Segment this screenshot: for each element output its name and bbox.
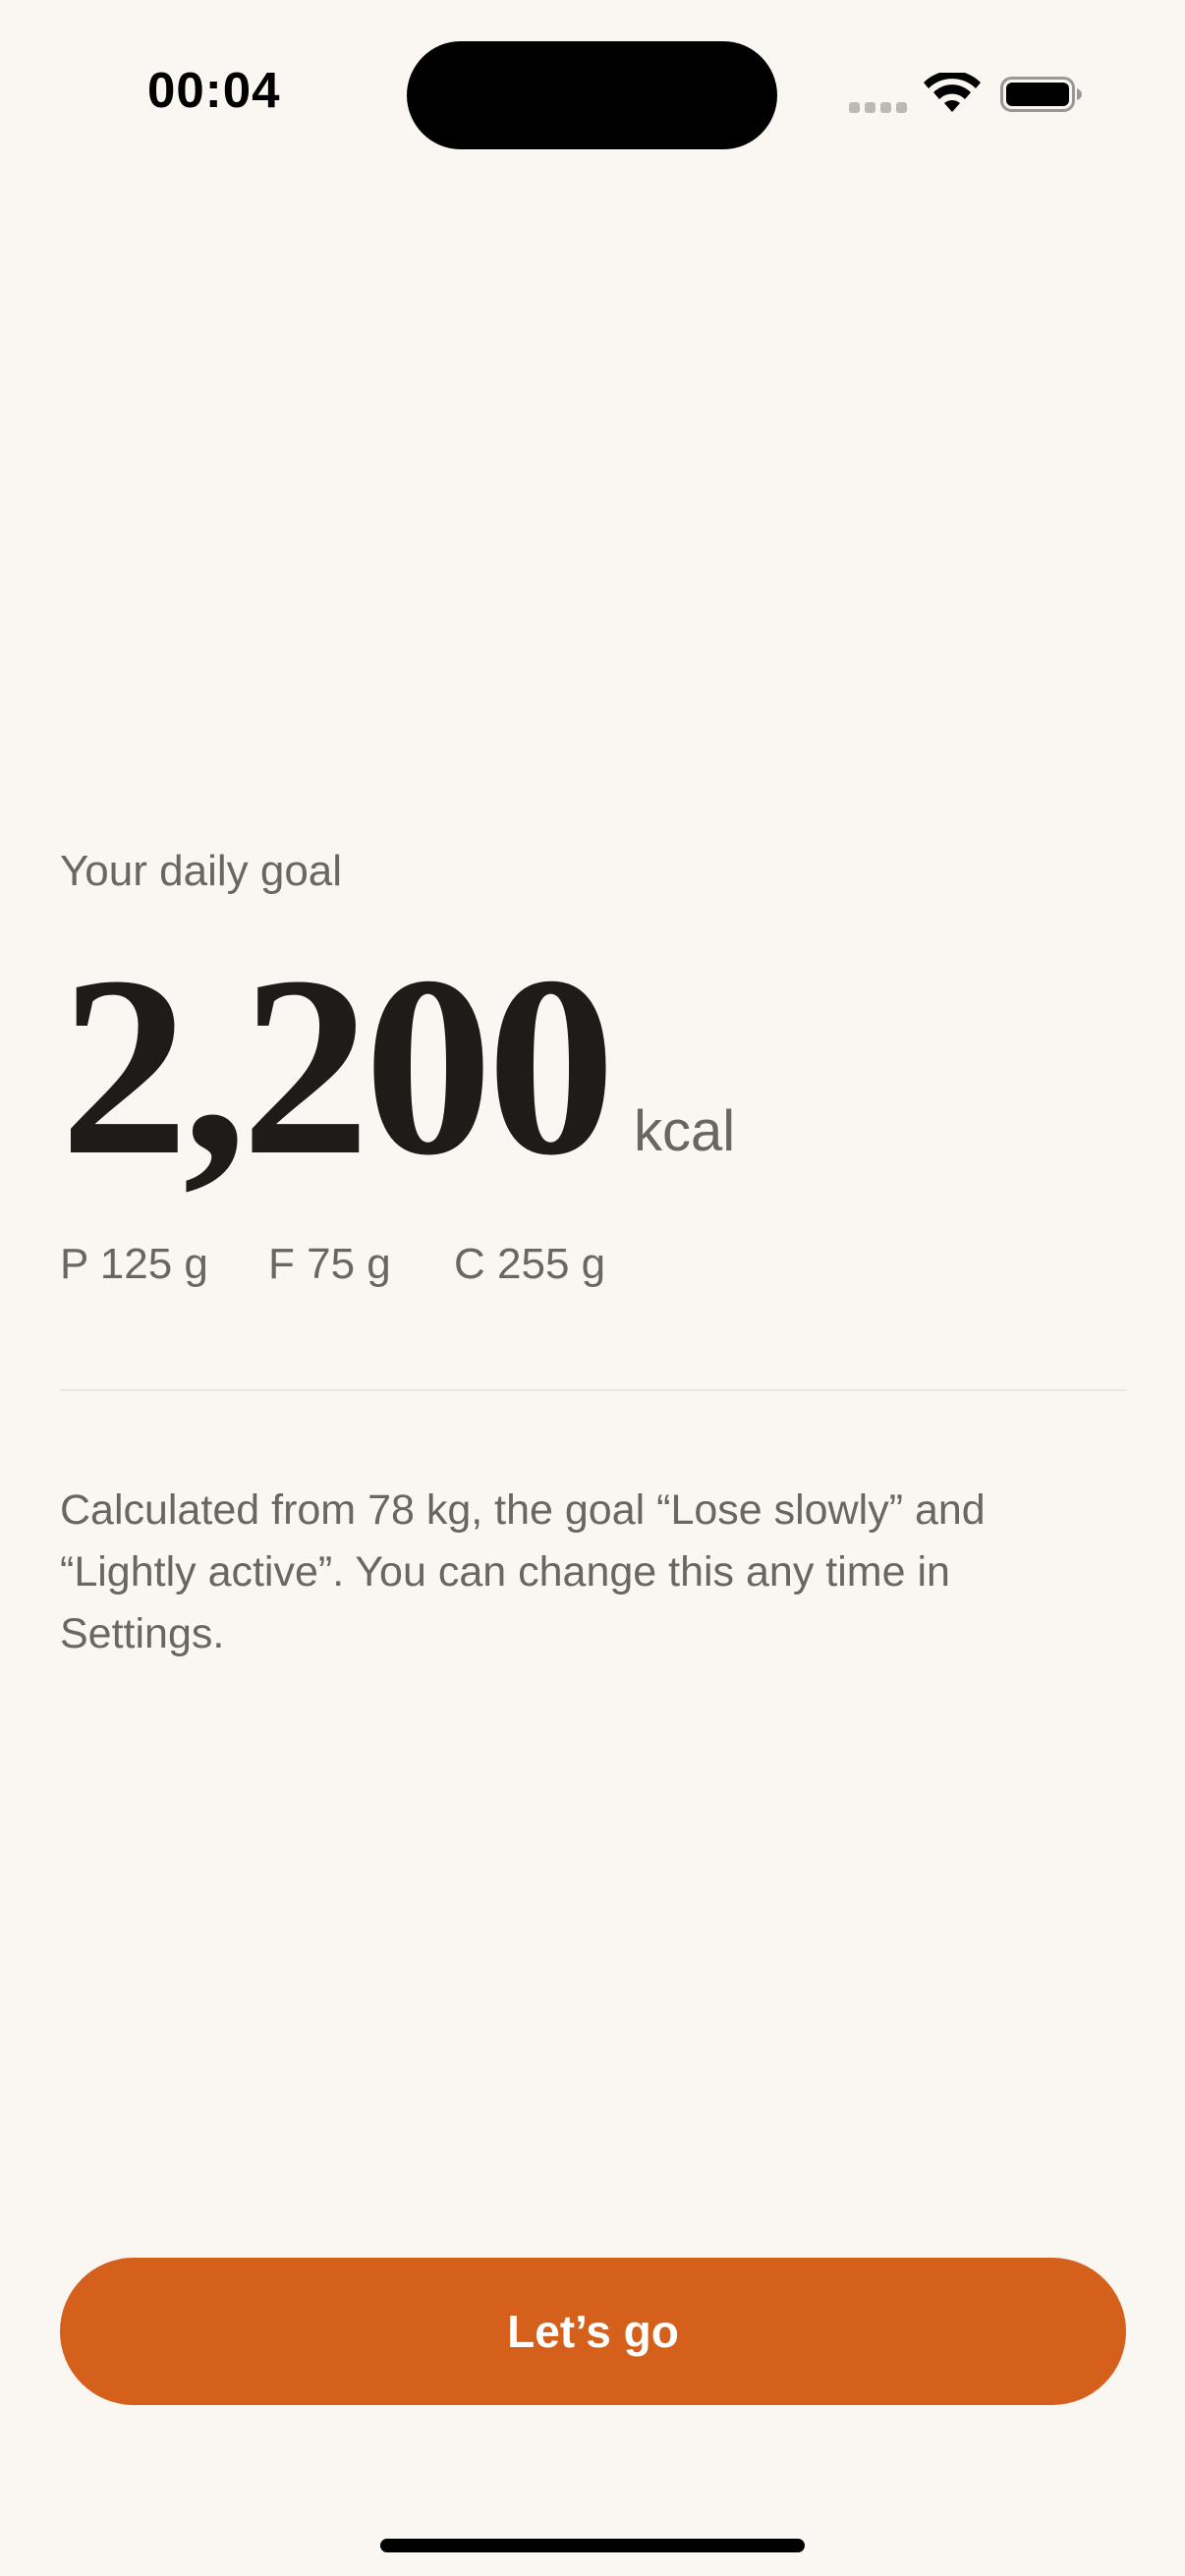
dynamic-island: [407, 41, 777, 149]
lets-go-button[interactable]: Let’s go: [60, 2258, 1126, 2405]
macro-fat: F 75 g: [268, 1240, 391, 1288]
battery-icon: [1000, 77, 1082, 112]
macro-protein: P 125 g: [60, 1240, 208, 1288]
status-time: 00:04: [147, 62, 281, 118]
explanation-text: Calculated from 78 kg, the goal “Lose sl…: [60, 1486, 986, 1657]
goal-label: Your daily goal: [60, 847, 343, 895]
goal-unit: kcal: [634, 1099, 736, 1163]
wifi-icon: [924, 73, 981, 112]
cellular-signal-icon: [849, 102, 908, 114]
status-bar: 00:04: [0, 0, 1185, 187]
macro-carbs: C 255 g: [454, 1240, 606, 1288]
goal-value: 2,200: [60, 924, 615, 1208]
home-indicator[interactable]: [380, 2539, 805, 2552]
divider: [60, 1389, 1126, 1391]
